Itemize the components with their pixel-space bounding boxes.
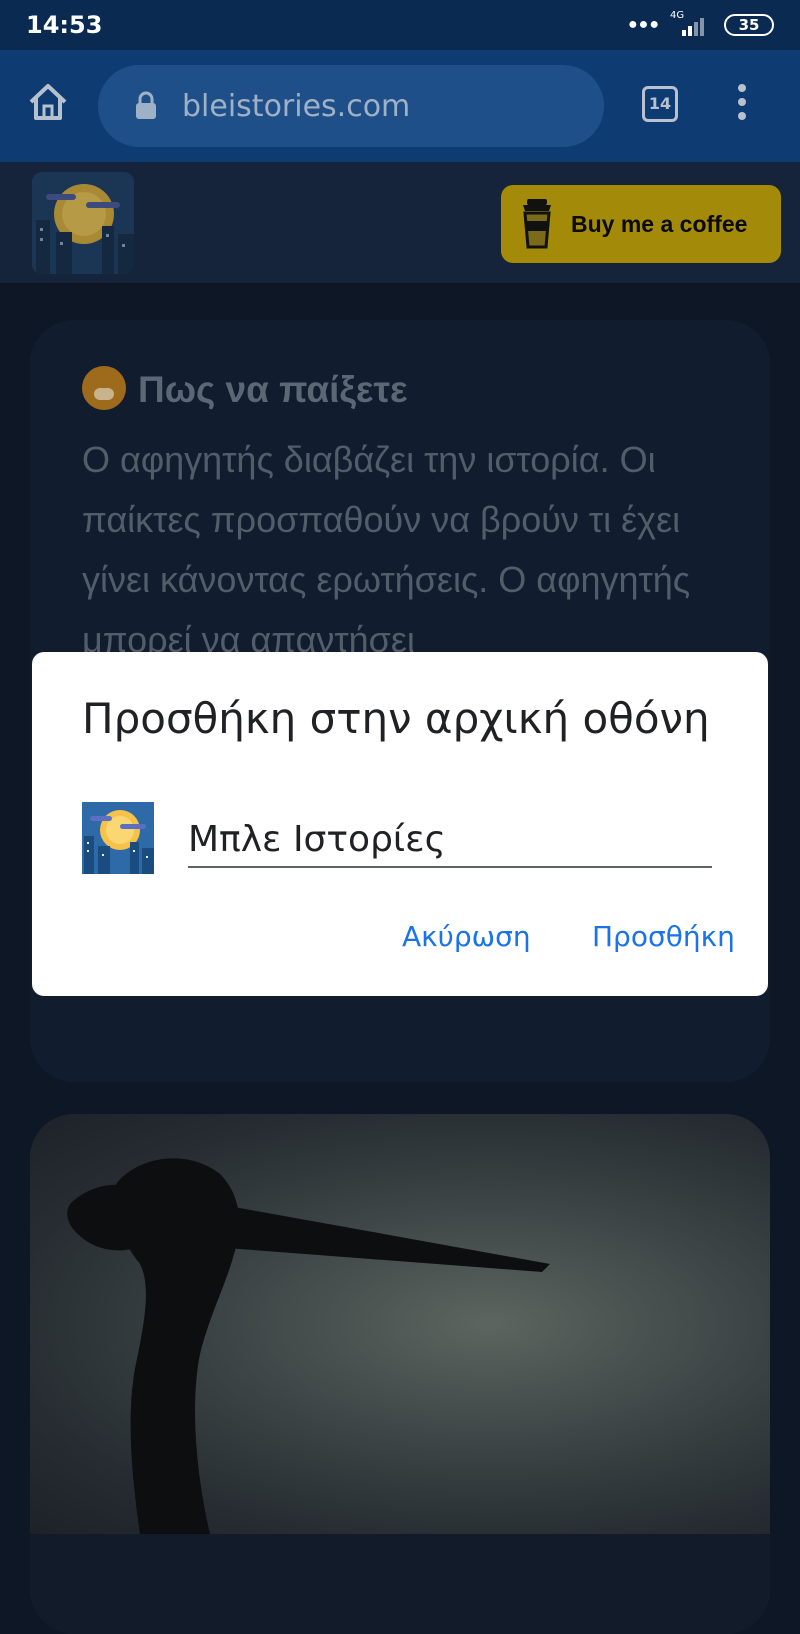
- shortcut-name-input[interactable]: [188, 812, 712, 868]
- dialog-title: Προσθήκη στην αρχική οθόνη: [82, 694, 710, 743]
- cancel-button[interactable]: Ακύρωση: [402, 920, 531, 953]
- app-icon: [82, 802, 154, 874]
- add-to-home-dialog: Προσθήκη στην αρχική οθόνη Ακύρωση Προσθ…: [32, 652, 768, 996]
- add-button[interactable]: Προσθήκη: [592, 920, 735, 953]
